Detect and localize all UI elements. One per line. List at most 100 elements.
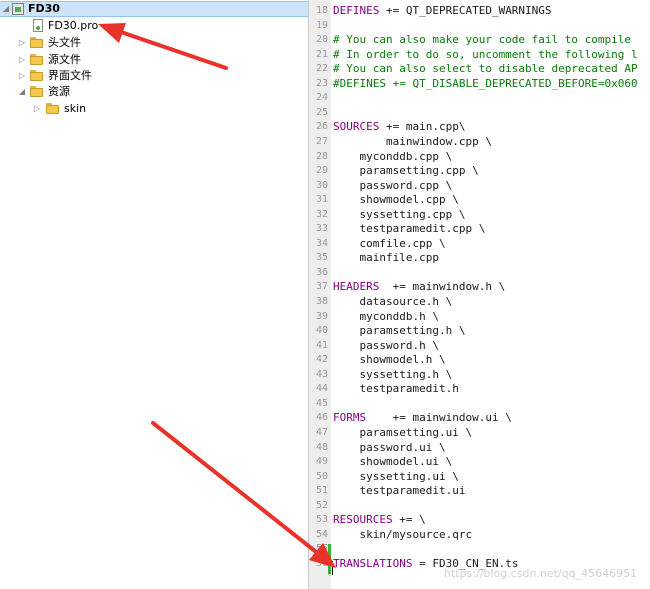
code-line: syssetting.ui \ xyxy=(333,470,459,483)
line-number: 45 xyxy=(315,398,328,409)
line-number: 22 xyxy=(315,63,328,74)
code-line: #DEFINES += QT_DISABLE_DEPRECATED_BEFORE… xyxy=(333,77,638,90)
tree-item-root-fd30[interactable]: ◢ FD30 xyxy=(0,1,308,17)
line-number: 50 xyxy=(315,471,328,482)
line-number: 47 xyxy=(315,427,328,438)
line-number: 52 xyxy=(315,500,328,511)
code-line: testparamedit.ui xyxy=(333,484,466,497)
code-line: testparamedit.h xyxy=(333,382,459,395)
expand-arrow-icon[interactable]: ▷ xyxy=(18,68,26,84)
line-number: 31 xyxy=(315,194,328,205)
line-number: 37 xyxy=(315,281,328,292)
code-line: RESOURCES += \ xyxy=(333,512,426,527)
tree-item-resources[interactable]: ◢ 资源 xyxy=(0,84,308,100)
keyword-token: HEADERS xyxy=(333,280,380,293)
code-line: password.h \ xyxy=(333,339,439,352)
expand-arrow-icon[interactable]: ▷ xyxy=(18,35,26,51)
collapse-arrow-icon[interactable]: ◢ xyxy=(2,2,10,18)
line-number: 35 xyxy=(315,252,328,263)
keyword-token: DEFINES xyxy=(333,4,380,17)
collapse-arrow-icon[interactable]: ◢ xyxy=(18,84,26,100)
tree-item-skin[interactable]: ▷ skin xyxy=(0,101,308,117)
code-line: SOURCES += main.cpp\ xyxy=(333,119,465,134)
line-number: 41 xyxy=(315,340,328,351)
line-number: 38 xyxy=(315,296,328,307)
keyword-token: FORMS xyxy=(333,411,367,424)
code-line: # You can also select to disable depreca… xyxy=(333,62,638,75)
code-line: mainfile.cpp xyxy=(333,251,439,264)
code-line: # In order to do so, uncomment the follo… xyxy=(333,48,638,61)
folder-icon xyxy=(30,86,43,97)
code-line: paramsetting.ui \ xyxy=(333,426,473,439)
code-line: myconddb.h \ xyxy=(333,310,439,323)
tree-item-forms[interactable]: ▷ 界面文件 xyxy=(0,68,308,84)
code-line: DEFINES += QT_DEPRECATED_WARNINGS xyxy=(333,3,552,18)
line-number: 30 xyxy=(315,180,328,191)
line-number: 26 xyxy=(315,121,328,132)
line-number: 19 xyxy=(315,20,328,31)
code-token: += QT_DEPRECATED_WARNINGS xyxy=(379,4,552,17)
line-number: 51 xyxy=(315,485,328,496)
tree-item-label: 资源 xyxy=(48,85,70,98)
code-line: HEADERS += mainwindow.h \ xyxy=(333,279,505,294)
code-editor[interactable]: 18 DEFINES += QT_DEPRECATED_WARNINGS 19 20 #… xyxy=(309,0,650,589)
code-line: syssetting.h \ xyxy=(333,368,453,381)
code-line: comfile.cpp \ xyxy=(333,237,446,250)
code-line: FORMS += mainwindow.ui \ xyxy=(333,410,512,425)
project-tree-panel: ◢ FD30 FD30.pro ▷ 头文件 ▷ 源文件 ▷ 界面文件 ◢ 资源 … xyxy=(0,0,308,589)
keyword-token: SOURCES xyxy=(333,120,380,133)
line-number: 20 xyxy=(315,34,328,45)
code-line: syssetting.cpp \ xyxy=(333,208,466,221)
code-line: mainwindow.cpp \ xyxy=(333,135,492,148)
pro-file-icon xyxy=(33,19,43,32)
expand-arrow-icon[interactable]: ▷ xyxy=(33,101,41,117)
line-number: 56 xyxy=(315,558,328,569)
line-number: 44 xyxy=(315,383,328,394)
folder-icon xyxy=(46,103,59,114)
line-number: 39 xyxy=(315,311,328,322)
expand-arrow-icon[interactable]: ▷ xyxy=(18,52,26,68)
line-number: 43 xyxy=(315,369,328,380)
line-number: 46 xyxy=(315,412,328,423)
code-line: testparamedit.cpp \ xyxy=(333,222,486,235)
line-number: 21 xyxy=(315,49,328,60)
line-number: 42 xyxy=(315,354,328,365)
tree-item-sources[interactable]: ▷ 源文件 xyxy=(0,52,308,68)
line-number: 32 xyxy=(315,209,328,220)
tree-item-label: FD30 xyxy=(28,2,60,15)
line-number: 33 xyxy=(315,223,328,234)
code-line: skin/mysource.qrc xyxy=(333,528,473,541)
code-line: password.cpp \ xyxy=(333,179,453,192)
folder-icon xyxy=(30,37,43,48)
line-number: 55 xyxy=(315,543,328,554)
tree-item-pro-file[interactable]: FD30.pro xyxy=(0,18,308,34)
code-token: += \ xyxy=(392,513,426,526)
line-number: 48 xyxy=(315,442,328,453)
code-line: # You can also make your code fail to co… xyxy=(333,33,632,46)
change-marker xyxy=(328,544,331,574)
line-number: 36 xyxy=(315,267,328,278)
code-line: showmodel.cpp \ xyxy=(333,193,459,206)
tree-item-label: 源文件 xyxy=(48,53,81,66)
code-line: paramsetting.h \ xyxy=(333,324,466,337)
code-line: showmodel.h \ xyxy=(333,353,446,366)
line-number: 28 xyxy=(315,151,328,162)
line-number: 18 xyxy=(315,5,328,16)
line-number: 29 xyxy=(315,165,328,176)
watermark-text: https://blog.csdn.net/qq_45646951 xyxy=(444,567,638,580)
folder-icon xyxy=(30,54,43,65)
code-line: datasource.h \ xyxy=(333,295,453,308)
code-line: password.ui \ xyxy=(333,441,446,454)
code-token: += main.cpp\ xyxy=(379,120,466,133)
tree-item-label: FD30.pro xyxy=(48,19,99,32)
tree-item-label: 界面文件 xyxy=(48,69,92,82)
project-icon xyxy=(12,3,24,15)
line-number: 34 xyxy=(315,238,328,249)
line-number: 25 xyxy=(315,107,328,118)
code-line: myconddb.cpp \ xyxy=(333,150,453,163)
tree-item-headers[interactable]: ▷ 头文件 xyxy=(0,35,308,51)
line-number: 40 xyxy=(315,325,328,336)
code-token: += mainwindow.h \ xyxy=(379,280,506,293)
keyword-token: TRANSLATIONS xyxy=(333,557,413,570)
line-number: 54 xyxy=(315,529,328,540)
